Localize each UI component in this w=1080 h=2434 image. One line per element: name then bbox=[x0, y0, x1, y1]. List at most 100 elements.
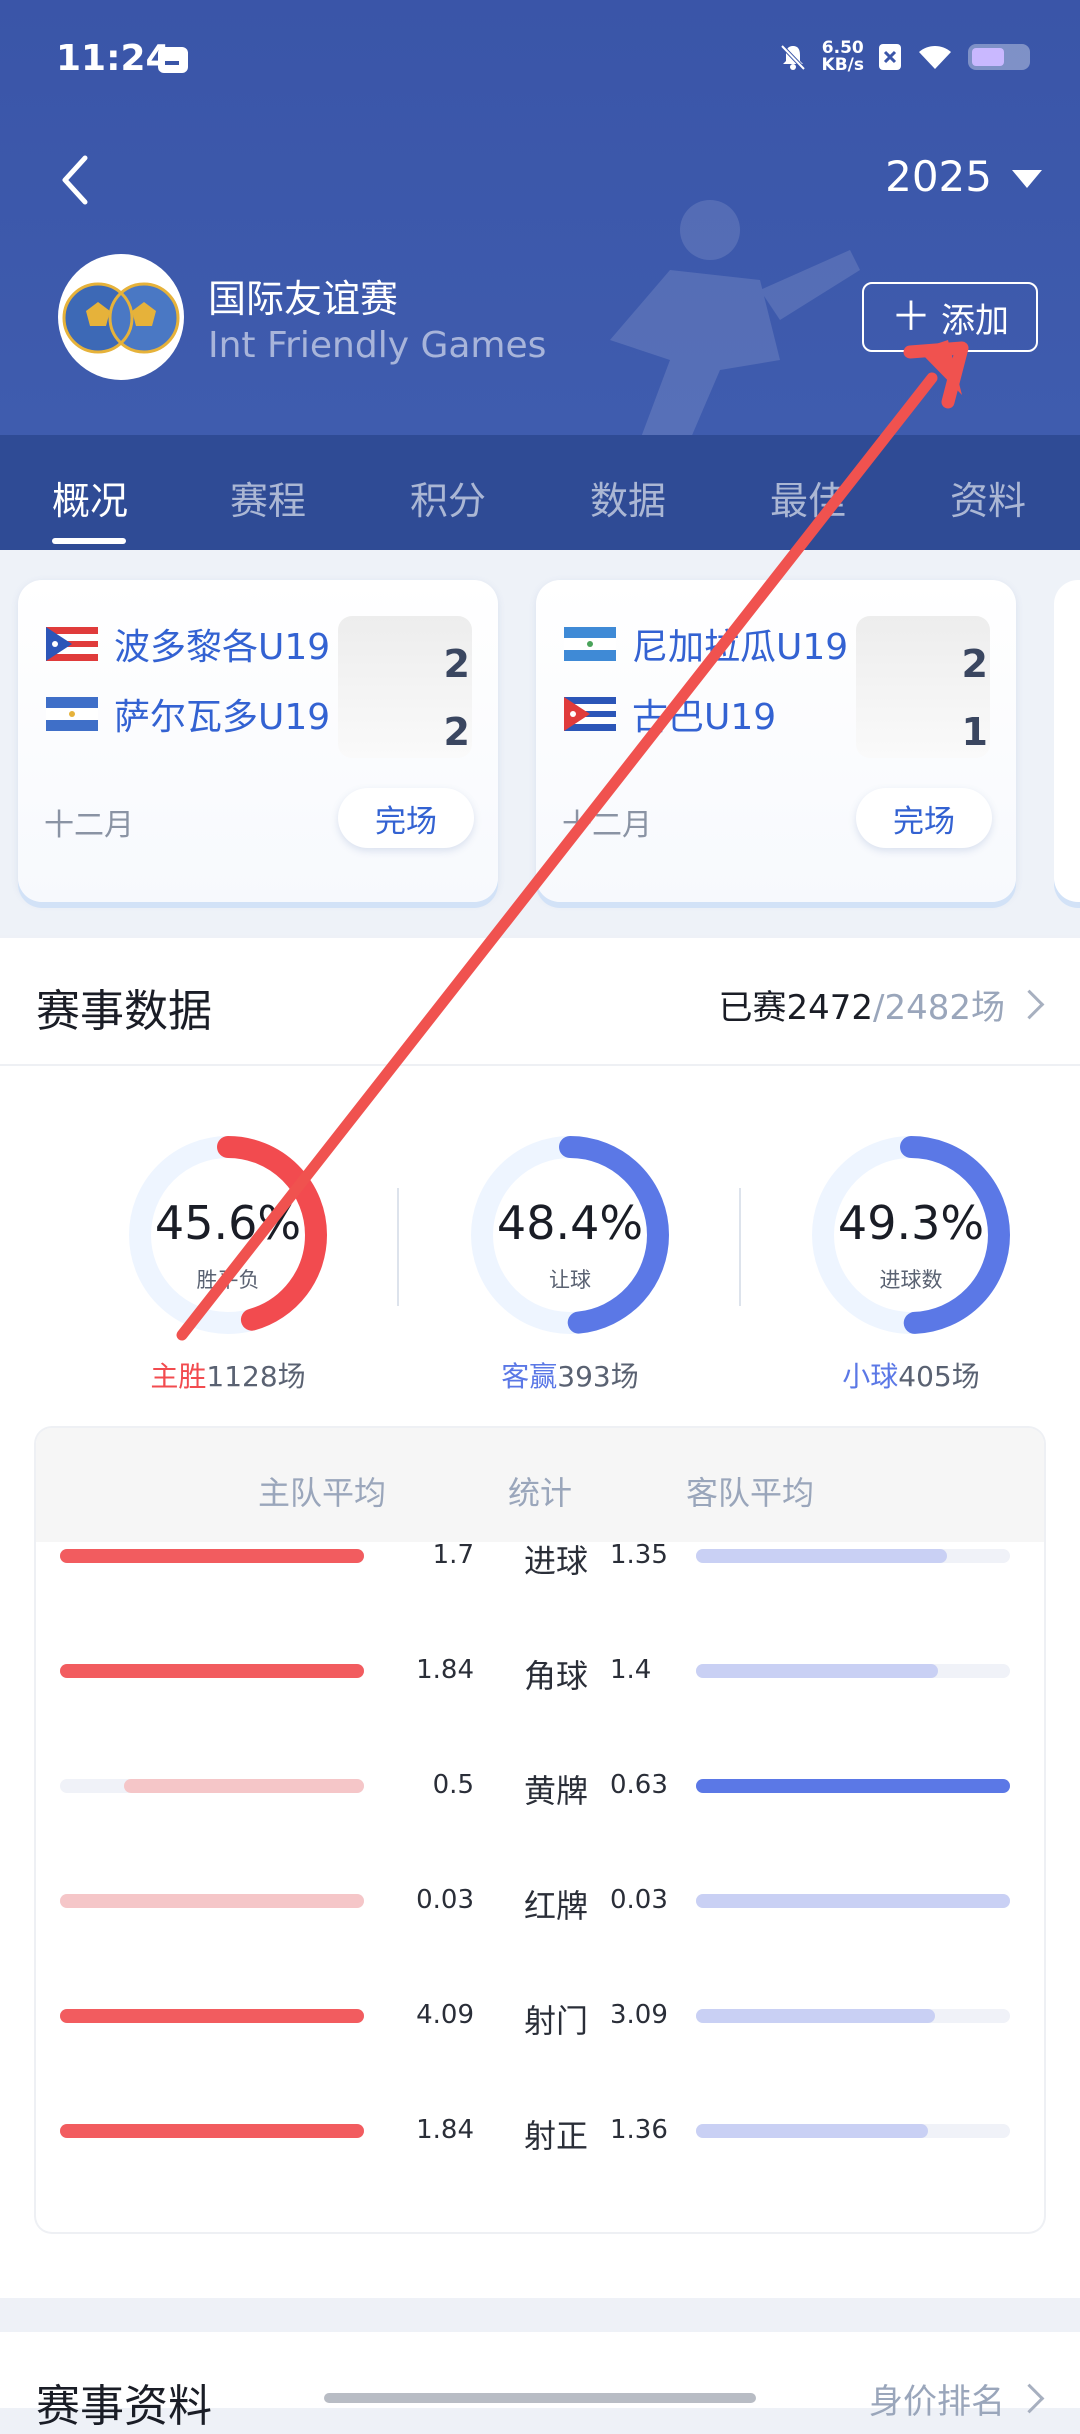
stat-row: 0.03 红牌 0.03 bbox=[36, 1871, 1044, 1931]
away-bar-track bbox=[696, 1549, 1010, 1563]
stat-name: 黄牌 bbox=[523, 1772, 588, 1810]
gauge-label: 胜平负 bbox=[196, 1268, 260, 1292]
tab-standings[interactable]: 积分 bbox=[410, 470, 486, 525]
home-score: 2 bbox=[443, 642, 470, 686]
sim-close-icon bbox=[879, 44, 901, 70]
away-average-value: 1.4 bbox=[610, 1655, 652, 1685]
gauge-caption-key: 主胜 bbox=[150, 1360, 207, 1393]
match-card[interactable]: 尼加拉瓜U19 古巴U19 2 1 十二月 完场 bbox=[536, 580, 1016, 902]
event-info-title: 赛事资料 bbox=[36, 2381, 212, 2432]
home-bar-track bbox=[60, 1779, 364, 1793]
gauge-caption: 客赢393场 bbox=[440, 1355, 700, 1395]
home-average-value: 1.7 bbox=[432, 1540, 474, 1570]
stat-row: 1.84 射正 1.36 bbox=[36, 2101, 1044, 2161]
tab-best[interactable]: 最佳 bbox=[770, 470, 846, 525]
stat-name: 角球 bbox=[523, 1657, 588, 1695]
gauge-separator bbox=[739, 1188, 741, 1306]
tab-info[interactable]: 资料 bbox=[950, 470, 1026, 525]
gauge-separator bbox=[397, 1188, 399, 1306]
section-divider bbox=[0, 1064, 1080, 1066]
tab-bar bbox=[0, 435, 1080, 550]
away-bar-fill bbox=[696, 1779, 1010, 1793]
gauge-label: 进球数 bbox=[879, 1268, 943, 1292]
gauge-caption-key: 客赢 bbox=[501, 1360, 558, 1393]
away-bar-track bbox=[696, 2124, 1010, 2138]
home-team-name: 尼加拉瓜U19 bbox=[632, 627, 849, 668]
year-selector[interactable]: 2025 bbox=[885, 152, 992, 201]
away-team-name: 萨尔瓦多U19 bbox=[114, 697, 331, 738]
back-arrow-icon[interactable] bbox=[55, 150, 95, 210]
home-bar-track bbox=[60, 1894, 364, 1908]
gauge-label: 让球 bbox=[549, 1268, 591, 1292]
el-salvador-flag-icon bbox=[46, 697, 98, 731]
away-bar-fill bbox=[696, 2009, 935, 2023]
gauge-caption-key: 小球 bbox=[842, 1360, 899, 1393]
year-dropdown-caret-icon[interactable] bbox=[1012, 170, 1042, 188]
active-tab-indicator bbox=[52, 538, 126, 544]
home-team-row: 波多黎各U19 bbox=[46, 622, 330, 668]
stat-row: 1.84 角球 1.4 bbox=[36, 1641, 1044, 1701]
gauge-caption: 小球405场 bbox=[781, 1355, 1041, 1395]
home-bar-track bbox=[60, 1664, 364, 1678]
match-status-badge[interactable]: 完场 bbox=[856, 788, 992, 848]
home-bar-fill bbox=[60, 1894, 364, 1908]
away-average-value: 1.35 bbox=[610, 1540, 668, 1570]
home-team-row: 尼加拉瓜U19 bbox=[564, 622, 848, 668]
value-ranking-link[interactable]: 身价排名 bbox=[869, 2374, 1045, 2423]
home-bar-fill bbox=[60, 2009, 364, 2023]
home-bar-track bbox=[60, 2009, 364, 2023]
gauge-percent: 49.3% bbox=[837, 1196, 985, 1250]
match-status-badge[interactable]: 完场 bbox=[338, 788, 474, 848]
message-notification-icon bbox=[158, 47, 188, 73]
gauge-caption-value: 393场 bbox=[557, 1360, 639, 1393]
home-average-value: 4.09 bbox=[416, 2000, 474, 2030]
table-header: 主队平均 统计 客队平均 bbox=[36, 1428, 1044, 1542]
stat-name: 射正 bbox=[523, 2117, 588, 2155]
away-bar-track bbox=[696, 1779, 1010, 1793]
mute-bell-icon bbox=[780, 44, 805, 71]
home-bar-track bbox=[60, 1549, 364, 1563]
stat-name: 红牌 bbox=[523, 1887, 588, 1925]
tab-schedule[interactable]: 赛程 bbox=[230, 470, 306, 525]
home-average-value: 0.03 bbox=[416, 1885, 474, 1915]
add-follow-button[interactable]: ＋ 添加 bbox=[862, 282, 1038, 352]
stat-row: 1.7 进球 1.35 bbox=[36, 1526, 1044, 1586]
player-silhouette-decoration bbox=[610, 200, 860, 435]
home-average-value: 1.84 bbox=[416, 1655, 474, 1685]
soccer-balls-logo-icon bbox=[62, 282, 180, 354]
away-score: 2 bbox=[443, 710, 470, 754]
gauge-percent: 45.6% bbox=[154, 1196, 302, 1250]
away-bar-fill bbox=[696, 1549, 948, 1563]
stat-name: 进球 bbox=[523, 1542, 588, 1580]
match-month: 十二月 bbox=[44, 808, 134, 843]
tab-data[interactable]: 数据 bbox=[590, 470, 666, 525]
away-bar-track bbox=[696, 1664, 1010, 1678]
nicaragua-flag-icon bbox=[564, 627, 616, 661]
status-icons: 6.50 KB/s bbox=[778, 40, 1030, 74]
add-button-label: 添加 bbox=[941, 300, 1009, 341]
league-english-name: Int Friendly Games bbox=[208, 325, 547, 366]
cuba-flag-icon bbox=[564, 697, 616, 731]
home-indicator[interactable] bbox=[324, 2393, 756, 2403]
plus-icon: ＋ bbox=[891, 294, 931, 340]
total-count: /2482场 bbox=[873, 988, 1005, 1028]
played-count: 已赛2472 bbox=[718, 988, 874, 1028]
tab-overview[interactable]: 概况 bbox=[52, 470, 128, 525]
next-match-card-peek[interactable] bbox=[1054, 580, 1080, 902]
home-bar-fill bbox=[60, 2124, 364, 2138]
home-team-name: 波多黎各U19 bbox=[114, 627, 331, 668]
stat-name: 射门 bbox=[523, 2002, 588, 2040]
battery-icon bbox=[968, 44, 1030, 70]
home-bar-fill bbox=[60, 1664, 364, 1678]
matches-played-link[interactable]: 已赛2472 /2482场 bbox=[718, 980, 1045, 1029]
network-speed-unit: KB/s bbox=[821, 55, 864, 75]
puerto-rico-flag-icon bbox=[46, 627, 98, 661]
home-score: 2 bbox=[961, 642, 988, 686]
header-away-average: 客队平均 bbox=[686, 1474, 815, 1512]
away-average-value: 0.03 bbox=[610, 1885, 668, 1915]
away-average-value: 0.63 bbox=[610, 1770, 668, 1800]
home-bar-fill bbox=[123, 1779, 364, 1793]
match-card[interactable]: 波多黎各U19 萨尔瓦多U19 2 2 十二月 完场 bbox=[18, 580, 498, 902]
event-data-title: 赛事数据 bbox=[36, 986, 212, 1037]
league-name: 国际友谊赛 bbox=[208, 277, 399, 321]
